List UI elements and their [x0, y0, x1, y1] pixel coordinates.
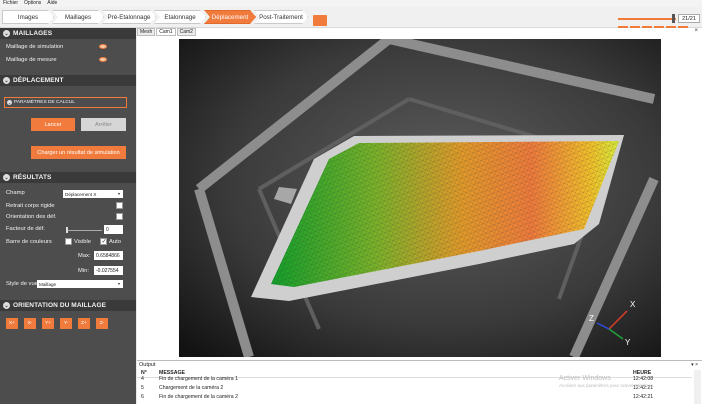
menu-options[interactable]: Options	[24, 0, 41, 7]
facteur-def-slider-thumb[interactable]	[66, 227, 68, 233]
row-message: Chargement de la caméra 2	[159, 385, 224, 391]
eye-icon[interactable]	[99, 44, 107, 49]
chevron-down-icon: ⌄	[3, 302, 10, 309]
eye-icon[interactable]	[99, 57, 107, 62]
colorbar-visible-checkbox[interactable]	[65, 238, 72, 245]
max-input[interactable]: 0.6584866	[94, 251, 123, 260]
arreter-button[interactable]: Arrêter	[81, 118, 126, 131]
workflow-ribbon: Images Maillages Pré-Etalonnage Etalonna…	[0, 7, 702, 32]
watermark-subtitle: Accédez aux paramètres pour activer Wind…	[559, 383, 655, 388]
max-label: Max:	[78, 253, 91, 259]
left-panel: ⌄ MAILLAGES Maillage de simulation Maill…	[0, 28, 136, 404]
frame-slider[interactable]	[618, 18, 676, 20]
frame-counter[interactable]: 21/21	[678, 14, 700, 23]
tab-cam1[interactable]: Cam1	[156, 28, 176, 36]
row-n: 6	[141, 394, 144, 400]
retrait-corps-rigide-label: Retrait corps rigide	[6, 203, 55, 209]
orient-zplus-button[interactable]: Z+	[78, 318, 90, 329]
maillage-simulation-label: Maillage de simulation	[6, 44, 64, 50]
orient-yplus-button[interactable]: Y+	[42, 318, 54, 329]
menu-aide[interactable]: Aide	[47, 0, 57, 7]
camera-view[interactable]: X Y Z	[179, 39, 661, 357]
step-deplacement[interactable]: Déplacement	[204, 10, 256, 24]
colorbar-visible-label: Visible	[74, 239, 91, 245]
section-deplacement-header[interactable]: ⌄ DÉPLACEMENT	[0, 75, 136, 86]
step-post-traitement[interactable]: Post-Traitement	[254, 10, 308, 24]
chevron-down-icon: ⌄	[7, 100, 12, 105]
step-maillages[interactable]: Maillages	[52, 10, 104, 24]
axis-y-label: Y	[625, 338, 631, 347]
watermark-title: Activer Windows	[559, 375, 611, 382]
row-time: 12:42:21	[633, 394, 654, 400]
output-scrollbar[interactable]	[694, 370, 701, 404]
champ-label: Champ	[6, 190, 25, 196]
orientation-def-label: Orientation des déf.	[6, 214, 57, 220]
output-title: Output	[139, 362, 156, 368]
section-title: ORIENTATION DU MAILLAGE	[13, 302, 107, 309]
champ-value: Déplacement X	[65, 191, 97, 197]
output-controls[interactable]: ▾ ×	[691, 362, 698, 368]
tab-mesh[interactable]: Mesh	[137, 28, 156, 36]
axis-z-label: Z	[589, 314, 594, 323]
orient-xplus-button[interactable]: X+	[6, 318, 18, 329]
axis-x-label: X	[630, 300, 636, 309]
app-window: Fichier Options Aide Images Maillages Pr…	[0, 0, 702, 404]
colorbar-auto-checkbox[interactable]	[100, 238, 107, 245]
colorbar-auto-label: Auto	[109, 239, 121, 245]
output-panel: Output ▾ × N° MESSAGE HEURE 4 Fin de cha…	[137, 360, 702, 404]
charger-resultat-button[interactable]: Charger un résultat de simulation	[31, 146, 126, 159]
style-vue-select[interactable]: Maillage ▾	[37, 280, 123, 288]
champ-select[interactable]: Déplacement X ▾	[63, 190, 123, 198]
row-message: Fin de chargement de la caméra 2	[159, 394, 239, 400]
table-row: 6 Fin de chargement de la caméra 2 12:42…	[137, 394, 692, 402]
parametres-calcul-label: PARAMÈTRES DE CALCUL	[14, 100, 75, 105]
lancer-button[interactable]: Lancer	[31, 118, 75, 131]
view-tabs: Mesh Cam1 Cam2	[137, 28, 196, 36]
style-vue-label: Style de vue	[6, 281, 38, 287]
step-pre-etalonnage[interactable]: Pré-Etalonnage	[102, 10, 156, 24]
orient-zminus-button[interactable]: Z-	[96, 318, 108, 329]
min-label: Min:	[78, 268, 89, 274]
retrait-corps-rigide-checkbox[interactable]	[116, 202, 123, 209]
section-title: RÉSULTATS	[13, 174, 52, 181]
style-vue-value: Maillage	[39, 281, 57, 287]
facteur-def-label: Facteur de déf.	[6, 226, 45, 232]
tab-cam2[interactable]: Cam2	[176, 28, 196, 36]
frame-slider-thumb[interactable]	[672, 14, 675, 23]
section-title: MAILLAGES	[13, 30, 53, 37]
chevron-down-icon: ⌄	[3, 174, 10, 181]
orient-yminus-button[interactable]: Y-	[60, 318, 72, 329]
barre-couleurs-label: Barre de couleurs	[6, 239, 52, 245]
chevron-down-icon: ⌄	[3, 30, 10, 37]
parametres-calcul-expander[interactable]: ⌄ PARAMÈTRES DE CALCUL	[4, 97, 127, 108]
section-maillages-header[interactable]: ⌄ MAILLAGES	[0, 28, 136, 39]
chevron-down-icon: ▾	[117, 191, 120, 196]
chevron-down-icon: ⌄	[3, 77, 10, 84]
windows-activation-watermark: Activer Windows Accédez aux paramètres p…	[559, 375, 654, 388]
menu-bar: Fichier Options Aide	[0, 0, 702, 7]
orient-xminus-button[interactable]: X-	[24, 318, 36, 329]
row-message: Fin de chargement de la caméra 1	[159, 376, 239, 382]
chevron-down-icon: ▾	[117, 281, 120, 286]
orientation-def-checkbox[interactable]	[116, 213, 123, 220]
facteur-def-input[interactable]: 0	[104, 225, 123, 234]
step-etalonnage[interactable]: Etalonnage	[154, 10, 206, 24]
section-orientation-header[interactable]: ⌄ ORIENTATION DU MAILLAGE	[0, 300, 136, 311]
min-input[interactable]: -0.027554	[94, 266, 123, 275]
section-title: DÉPLACEMENT	[13, 77, 64, 84]
maillage-mesure-label: Maillage de mesure	[6, 57, 57, 63]
next-step-button[interactable]	[313, 15, 327, 26]
row-n: 4	[141, 376, 144, 382]
section-resultats-header[interactable]: ⌄ RÉSULTATS	[0, 172, 136, 183]
close-icon[interactable]: ×	[694, 28, 698, 34]
step-images[interactable]: Images	[2, 10, 54, 24]
viewport: Mesh Cam1 Cam2 × X Y Z	[137, 28, 702, 360]
row-n: 5	[141, 385, 144, 391]
facteur-def-slider[interactable]	[66, 230, 102, 231]
menu-fichier[interactable]: Fichier	[3, 0, 18, 7]
